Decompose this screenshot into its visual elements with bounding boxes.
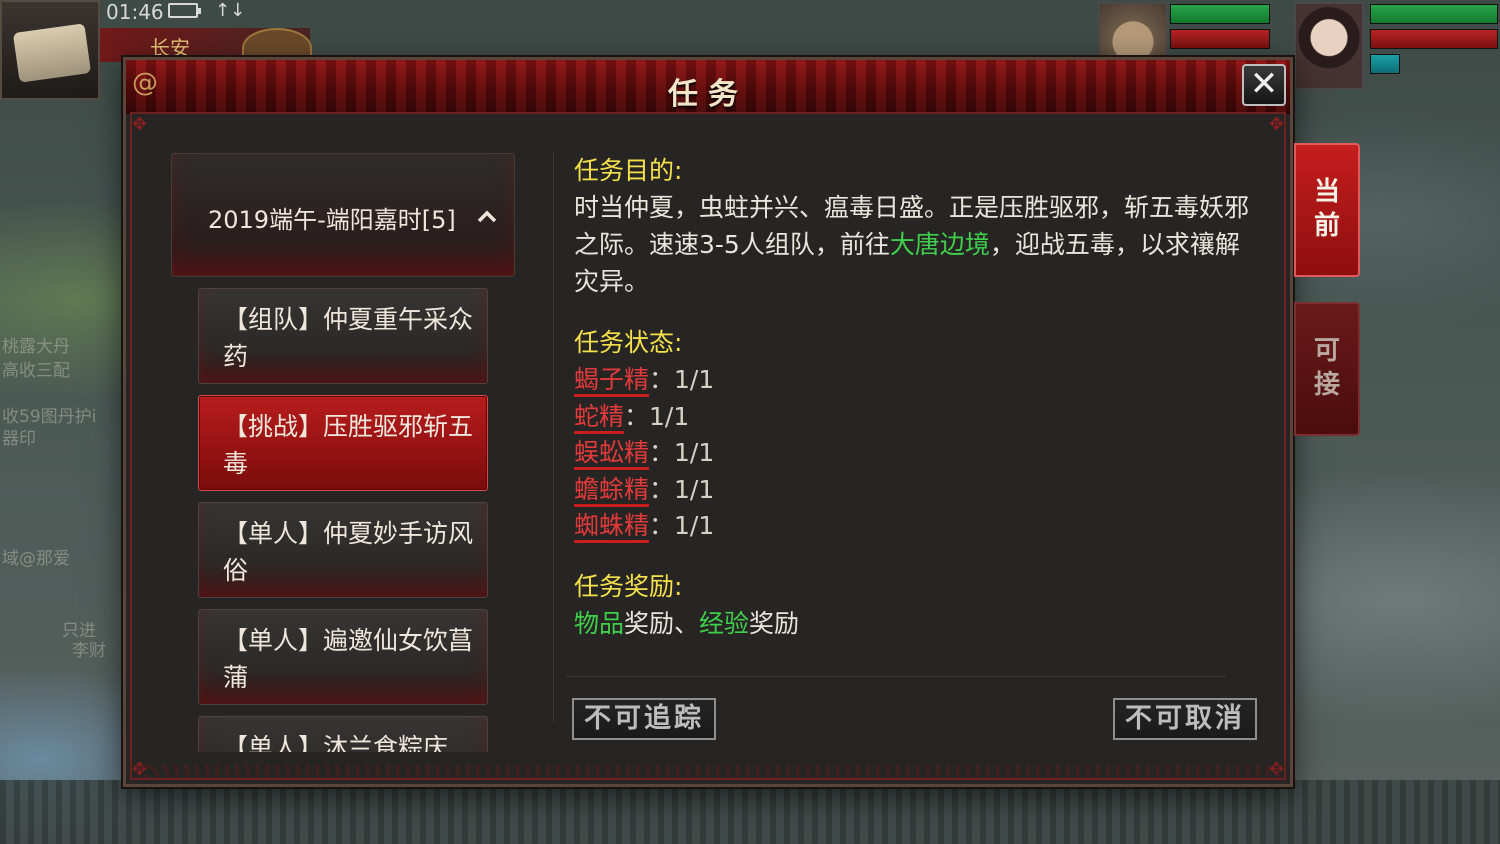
quest-item[interactable]: 【单人】沐兰食粽庆: [198, 716, 488, 752]
details-divider: [566, 676, 1226, 677]
background-chat-text: 高收三配: [2, 361, 70, 381]
quest-item[interactable]: 【组队】仲夏重午采众药: [198, 288, 488, 384]
tab-current-quests[interactable]: 当前: [1294, 143, 1360, 277]
quest-item-selected[interactable]: 【挑战】压胜驱邪斩五毒: [198, 395, 488, 491]
quest-item-label: 【组队】仲夏重午采众药: [223, 305, 474, 371]
player-hp-bar: [1370, 4, 1498, 24]
tab-available-quests[interactable]: 可接: [1294, 302, 1360, 436]
tab-available-label: 可接: [1313, 336, 1340, 400]
quest-item[interactable]: 【单人】遍邀仙女饮菖蒲: [198, 609, 488, 705]
quest-location-link[interactable]: 大唐边境: [890, 230, 990, 259]
quest-item[interactable]: 【单人】仲夏妙手访风俗: [198, 502, 488, 598]
map-scroll-icon: [12, 23, 92, 83]
tab-current-label: 当前: [1313, 177, 1340, 241]
pet-mp-bar: [1170, 29, 1270, 49]
item-reward-link[interactable]: 物品: [574, 609, 624, 638]
track-quest-button[interactable]: 不可追踪: [572, 698, 716, 740]
pet-hp-bar: [1170, 4, 1270, 24]
quest-status-section: 任务状态: 蝎子精：1/1 蛇精：1/1 蜈蚣精：1/1 蟾蜍精：1/1 蜘蛛精…: [574, 324, 1254, 544]
quest-item-label: 【单人】遍邀仙女饮菖蒲: [223, 626, 474, 692]
corner-ornament-icon: ✥: [1268, 114, 1284, 135]
quest-item-label: 【单人】仲夏妙手访风俗: [223, 519, 474, 585]
target-count: ：1/1: [649, 438, 715, 468]
target-monster-link[interactable]: 蜈蚣精: [574, 438, 650, 471]
quest-status-title: 任务状态:: [574, 328, 683, 357]
quest-dialog: @ 任务 ✕ ✥ ✥ ✥ ✥ 2019端午-端阳嘉时[5] 【组队】仲夏重午采众…: [123, 57, 1293, 787]
target-count: ：1/1: [624, 401, 690, 431]
background-chat-text: 桃露大丹: [2, 337, 70, 357]
panel-divider: [553, 152, 554, 722]
quest-status-line: 蝎子精：1/1: [574, 361, 1254, 398]
quest-status-line: 蜘蛛精：1/1: [574, 507, 1254, 544]
target-monster-link[interactable]: 蜘蛛精: [574, 511, 650, 544]
clock: 01:46: [106, 0, 164, 24]
quest-status-line: 蛇精：1/1: [574, 398, 1254, 435]
quest-status-line: 蟾蜍精：1/1: [574, 471, 1254, 508]
quest-list[interactable]: 2019端午-端阳嘉时[5] 【组队】仲夏重午采众药 【挑战】压胜驱邪斩五毒 【…: [166, 150, 516, 752]
quest-reward-text: 物品奖励、经验奖励: [574, 605, 1254, 642]
target-monster-link[interactable]: 蝎子精: [574, 365, 650, 397]
dialog-title: 任务: [668, 77, 748, 112]
target-count: ：1/1: [649, 474, 715, 504]
corner-ornament-icon: ✥: [132, 114, 148, 135]
background-chat-text: 李财: [72, 641, 106, 661]
quest-goal-text: 时当仲夏，虫蛀并兴、瘟毒日盛。正是压胜驱邪，斩五毒妖邪之际。速速3-5人组队，前…: [574, 189, 1254, 300]
pet-status-bars: [1170, 4, 1270, 54]
roof-tiles-decoration: [0, 780, 1500, 844]
target-count: ：1/1: [649, 511, 715, 541]
target-count: ：1/1: [649, 365, 715, 394]
background-chat-text: 域@那爱: [2, 549, 70, 569]
player-portrait[interactable]: [1294, 2, 1364, 90]
close-button[interactable]: ✕: [1242, 64, 1286, 106]
wave-border-decoration: [136, 764, 1280, 778]
quest-reward-title: 任务奖励:: [574, 571, 683, 601]
exp-reward-link[interactable]: 经验: [699, 609, 749, 638]
battery-icon: [168, 3, 201, 18]
target-monster-link[interactable]: 蟾蜍精: [574, 474, 650, 507]
world-map-button[interactable]: [0, 0, 100, 100]
player-mp-bar: [1370, 29, 1498, 49]
background-chat-text: 器印: [2, 429, 36, 449]
quest-item-label: 【挑战】压胜驱邪斩五毒: [223, 412, 474, 478]
player-status-bars: [1370, 4, 1498, 79]
quest-item-label: 【单人】沐兰食粽庆: [223, 733, 449, 752]
dialog-title-bar: @ 任务 ✕: [126, 60, 1290, 114]
quest-reward-section: 任务奖励: 物品奖励、经验奖励: [574, 568, 1254, 642]
player-exp-bar: [1370, 54, 1400, 74]
chevron-up-icon: [477, 210, 497, 223]
quest-category-label: 2019端午-端阳嘉时[5]: [208, 206, 456, 234]
cancel-quest-button[interactable]: 不可取消: [1113, 698, 1257, 740]
reward-text-part: 奖励、: [624, 608, 700, 638]
reward-text-part: 奖励: [749, 608, 800, 638]
network-signal-icon: ↑↓: [215, 0, 246, 21]
quest-goal-title: 任务目的:: [574, 156, 683, 185]
quest-details: 任务目的: 时当仲夏，虫蛀并兴、瘟毒日盛。正是压胜驱邪，斩五毒妖邪之际。速速3-…: [574, 152, 1254, 666]
target-monster-link[interactable]: 蛇精: [574, 401, 625, 434]
quest-goal-section: 任务目的: 时当仲夏，虫蛀并兴、瘟毒日盛。正是压胜驱邪，斩五毒妖邪之际。速速3-…: [574, 152, 1254, 300]
quest-category-header[interactable]: 2019端午-端阳嘉时[5]: [171, 153, 515, 277]
quest-status-line: 蜈蚣精：1/1: [574, 434, 1254, 471]
